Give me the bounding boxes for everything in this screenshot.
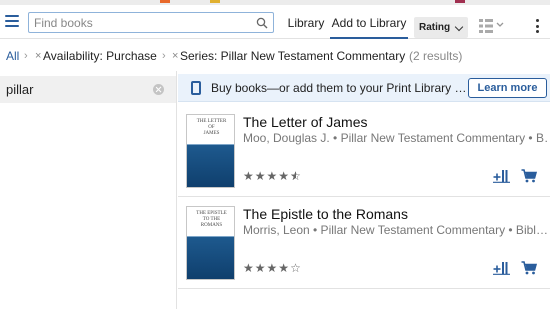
add-to-library-icon[interactable]	[493, 169, 510, 183]
cover-stripe	[187, 236, 234, 237]
filter-box	[0, 76, 176, 103]
book-title[interactable]: The Letter of James	[243, 114, 368, 130]
filter-panel	[0, 71, 177, 309]
star-icon: ★	[254, 169, 267, 183]
cover-stripe	[187, 144, 234, 145]
star-icon: ★	[278, 169, 291, 183]
cover-title: THE LETTER OF JAMES	[196, 119, 227, 136]
star-rating: ★★★★☆	[243, 261, 302, 275]
phone-icon	[191, 81, 201, 95]
print-library-banner: Buy books—or add them to your Print Libr…	[178, 74, 550, 102]
toolbar: Library Add to Library Rating	[0, 5, 550, 39]
remove-filter-icon[interactable]: ×	[172, 40, 178, 72]
breadcrumb-filter-availability: Availability: Purchase	[43, 49, 157, 63]
chevron-down-icon	[454, 22, 464, 32]
learn-more-button[interactable]: Learn more	[468, 78, 547, 98]
hamburger-menu-icon[interactable]	[4, 13, 20, 29]
cart-icon[interactable]	[521, 261, 537, 275]
clear-filter-icon[interactable]	[153, 84, 164, 95]
tab-library[interactable]: Library	[283, 11, 329, 39]
book-meta: Moo, Douglas J. • Pillar New Testament C…	[243, 131, 548, 145]
sort-label: Rating	[419, 22, 451, 33]
sort-dropdown[interactable]: Rating	[414, 17, 468, 38]
more-options-icon[interactable]	[534, 17, 542, 35]
result-item: THE EPISTLE TO THE ROMANS The Epistle to…	[178, 198, 550, 289]
breadcrumb-separator: ›	[162, 50, 166, 62]
star-icon: ☆	[290, 261, 302, 275]
browser-tab-indicator	[455, 0, 465, 3]
result-count: (2 results)	[409, 49, 463, 63]
star-icon: ★	[278, 261, 291, 275]
book-cover[interactable]: THE EPISTLE TO THE ROMANS	[186, 206, 235, 280]
list-view-icon[interactable]	[478, 17, 504, 35]
browser-tab-indicator	[210, 0, 220, 3]
breadcrumb-all-link[interactable]: All	[6, 40, 19, 72]
book-title[interactable]: The Epistle to the Romans	[243, 206, 408, 222]
browser-tab-indicator	[160, 0, 170, 3]
breadcrumb-separator: ›	[24, 50, 28, 62]
remove-filter-icon[interactable]: ×	[35, 40, 41, 72]
result-item: THE LETTER OF JAMES The Letter of James …	[178, 106, 550, 197]
search-box	[28, 12, 274, 33]
breadcrumb: All › × Availability: Purchase › × Serie…	[0, 40, 550, 70]
book-meta: Morris, Leon • Pillar New Testament Comm…	[243, 223, 548, 237]
star-icon: ☆★	[290, 169, 302, 183]
search-input[interactable]	[34, 15, 254, 30]
star-icon: ★	[266, 261, 279, 275]
star-rating: ★★★★☆★	[243, 169, 302, 183]
star-icon: ★	[243, 169, 255, 183]
book-cover[interactable]: THE LETTER OF JAMES	[186, 114, 235, 188]
cart-icon[interactable]	[521, 169, 537, 183]
star-icon: ★	[266, 169, 279, 183]
star-icon: ★	[254, 261, 267, 275]
tab-add-to-library[interactable]: Add to Library	[330, 11, 408, 39]
filter-input[interactable]	[6, 81, 146, 98]
star-icon: ★	[243, 261, 255, 275]
add-to-library-icon[interactable]	[493, 261, 510, 275]
search-icon[interactable]	[256, 17, 268, 29]
cover-title: THE EPISTLE TO THE ROMANS	[196, 211, 227, 228]
banner-text: Buy books—or add them to your Print Libr…	[211, 81, 467, 95]
breadcrumb-filter-series: Series: Pillar New Testament Commentary	[180, 49, 406, 63]
